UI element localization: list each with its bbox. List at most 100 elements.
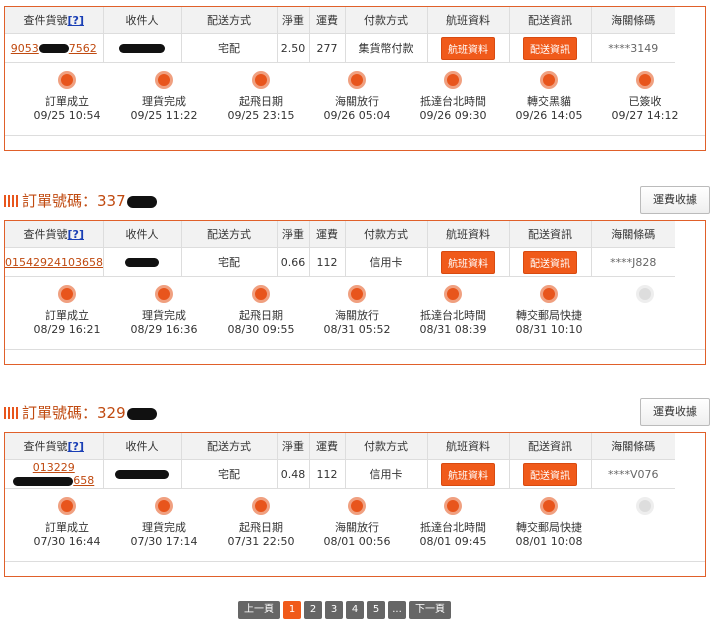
step-label: 訂單成立 — [45, 309, 89, 322]
timeline-step: 起飛日期 07/31 22:50 — [213, 489, 309, 549]
delivery-info-button[interactable]: 配送資訊 — [523, 462, 577, 486]
order-number: 329 — [97, 404, 126, 422]
tracking-number-link[interactable]: 01542924103658 — [5, 256, 103, 269]
step-time: 09/26 14:05 — [515, 109, 583, 122]
col-flight-header: 航班資料 — [427, 433, 510, 460]
help-link[interactable]: [?] — [68, 440, 84, 453]
help-link[interactable]: [?] — [68, 14, 84, 27]
method-cell: 宅配 — [181, 459, 278, 489]
col-customs-header: 海關條碼 — [591, 221, 675, 248]
order-bars-icon — [4, 195, 18, 207]
delivery-info-button[interactable]: 配送資訊 — [523, 250, 577, 274]
timeline-step: 理貨完成 09/25 11:22 — [116, 63, 212, 123]
flight-info-button[interactable]: 航班資料 — [441, 36, 495, 60]
customs-cell: ****3149 — [591, 33, 675, 63]
col-tracking-header: 查件貨號[?] — [5, 7, 104, 34]
col-method-header: 配送方式 — [181, 433, 278, 460]
col-weight-header: 淨重 — [277, 7, 310, 34]
col-payment-header: 付款方式 — [345, 7, 428, 34]
step-label: 訂單成立 — [45, 95, 89, 108]
timeline-step: 轉交郵局快捷 08/31 10:10 — [501, 277, 597, 337]
help-link[interactable]: [?] — [68, 228, 84, 241]
timeline-step: 海關放行 09/26 05:04 — [309, 63, 405, 123]
payment-cell: 信用卡 — [345, 247, 428, 277]
step-time: 08/29 16:21 — [33, 323, 101, 336]
method-cell: 宅配 — [181, 33, 278, 63]
method-cell: 宅配 — [181, 247, 278, 277]
table-row: 9053 7562 宅配 2.50 277 集貨幣付款 航班資料 配送資訊 ****3149 — [5, 33, 705, 63]
order-heading: 訂單號碼：329 — [4, 402, 157, 423]
timeline-step — [597, 277, 693, 309]
shipment-table: 查件貨號[?] 收件人 配送方式 淨重 運費 付款方式 航班資料 配送資訊 海關條碼 015429… — [5, 221, 705, 277]
timeline-step: 訂單成立 09/25 10:54 — [19, 63, 115, 123]
step-label: 轉交郵局快捷 — [516, 521, 582, 534]
recipient-cell — [103, 459, 182, 489]
order-prefix: 訂單號碼： — [22, 404, 98, 422]
step-done-icon — [252, 497, 270, 515]
payment-cell: 信用卡 — [345, 459, 428, 489]
freight-receipt-button[interactable]: 運費收據 — [640, 186, 710, 214]
step-label: 起飛日期 — [239, 309, 283, 322]
page-5-button[interactable]: 5 — [367, 601, 385, 619]
flight-info-button[interactable]: 航班資料 — [441, 250, 495, 274]
weight-cell: 0.66 — [277, 247, 310, 277]
step-done-icon — [444, 71, 462, 89]
col-payment-header: 付款方式 — [345, 221, 428, 248]
step-pending-icon — [636, 285, 654, 303]
shipment-table: 查件貨號[?] 收件人 配送方式 淨重 運費 付款方式 航班資料 配送資訊 海關條碼 9053 75… — [5, 7, 705, 63]
page-1-button[interactable]: 1 — [283, 601, 301, 619]
page-4-button[interactable]: 4 — [346, 601, 364, 619]
step-done-icon — [348, 497, 366, 515]
step-label: 抵達台北時間 — [420, 95, 486, 108]
step-time: 09/25 23:15 — [227, 109, 295, 122]
col-fee-header: 運費 — [309, 433, 346, 460]
order-prefix: 訂單號碼： — [22, 192, 98, 210]
timeline-step: 訂單成立 07/30 16:44 — [19, 489, 115, 549]
freight-receipt-button[interactable]: 運費收據 — [640, 398, 710, 426]
timeline-step: 海關放行 08/31 05:52 — [309, 277, 405, 337]
tracking-number-link[interactable]: 9053 7562 — [11, 42, 97, 55]
shipment-card: 查件貨號[?] 收件人 配送方式 淨重 運費 付款方式 航班資料 配送資訊 海關條碼 015429… — [4, 220, 706, 365]
page-2-button[interactable]: 2 — [304, 601, 322, 619]
delivery-cell: 配送資訊 — [509, 33, 592, 63]
timeline-step: 已簽收 09/27 14:12 — [597, 63, 693, 123]
shipment-card: 查件貨號[?] 收件人 配送方式 淨重 運費 付款方式 航班資料 配送資訊 海關條碼 013229… — [4, 432, 706, 577]
col-weight-header: 淨重 — [277, 221, 310, 248]
redacted-mask — [125, 258, 159, 267]
tracking-number-link[interactable]: 013229658 — [13, 461, 94, 487]
col-method-header: 配送方式 — [181, 221, 278, 248]
timeline-step: 轉交黑貓 09/26 14:05 — [501, 63, 597, 123]
step-time: 09/27 14:12 — [611, 109, 679, 122]
pagination: 上一頁 1 2 3 4 5... 下一頁 — [238, 601, 454, 619]
step-done-icon — [540, 71, 558, 89]
step-label: 理貨完成 — [142, 95, 186, 108]
redacted-mask — [38, 44, 69, 53]
col-delivery-header: 配送資訊 — [509, 7, 592, 34]
step-done-icon — [58, 285, 76, 303]
flight-info-button[interactable]: 航班資料 — [441, 462, 495, 486]
page-3-button[interactable]: 3 — [325, 601, 343, 619]
step-time: 07/30 16:44 — [33, 535, 101, 548]
status-timeline: 訂單成立 07/30 16:44 理貨完成 07/30 17:14 起飛日期 07/31 … — [5, 489, 705, 562]
step-done-icon — [540, 285, 558, 303]
step-time: 09/25 10:54 — [33, 109, 101, 122]
next-page-button[interactable]: 下一頁 — [409, 601, 451, 619]
col-payment-header: 付款方式 — [345, 433, 428, 460]
step-time: 08/01 00:56 — [323, 535, 391, 548]
col-method-header: 配送方式 — [181, 7, 278, 34]
fee-cell: 277 — [309, 33, 346, 63]
step-label: 轉交黑貓 — [527, 95, 571, 108]
redacted-mask — [119, 44, 165, 53]
step-time: 08/01 10:08 — [515, 535, 583, 548]
timeline-step: 海關放行 08/01 00:56 — [309, 489, 405, 549]
col-flight-header: 航班資料 — [427, 7, 510, 34]
col-customs-header: 海關條碼 — [591, 7, 675, 34]
col-fee-header: 運費 — [309, 7, 346, 34]
delivery-info-button[interactable]: 配送資訊 — [523, 36, 577, 60]
shipment-table: 查件貨號[?] 收件人 配送方式 淨重 運費 付款方式 航班資料 配送資訊 海關條碼 013229… — [5, 433, 705, 489]
step-label: 海關放行 — [335, 309, 379, 322]
step-label: 抵達台北時間 — [420, 309, 486, 322]
pagination-ellipsis: ... — [388, 601, 406, 619]
prev-page-button[interactable]: 上一頁 — [238, 601, 280, 619]
step-time: 07/30 17:14 — [130, 535, 198, 548]
